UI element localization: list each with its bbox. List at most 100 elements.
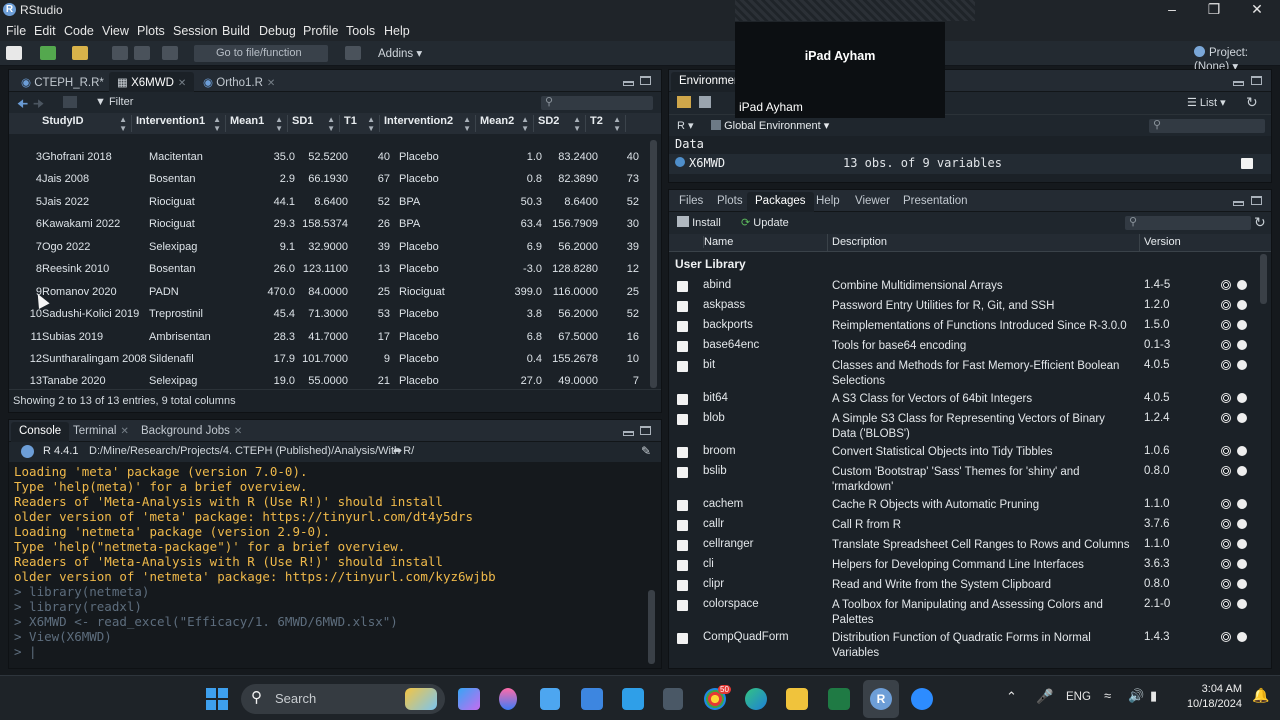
refresh-icon[interactable]: ↻ xyxy=(1246,94,1258,111)
install-button[interactable]: Install xyxy=(677,216,721,229)
package-load-checkbox[interactable] xyxy=(677,414,688,425)
package-remove-icon[interactable] xyxy=(1237,393,1247,403)
package-remove-icon[interactable] xyxy=(1237,599,1247,609)
package-remove-icon[interactable] xyxy=(1237,559,1247,569)
menu-session[interactable]: Session xyxy=(173,24,217,38)
environment-search-input[interactable]: ⚲ xyxy=(1149,119,1265,133)
new-project-icon[interactable] xyxy=(40,46,56,60)
package-website-icon[interactable] xyxy=(1221,360,1231,370)
package-name-link[interactable]: askpass xyxy=(703,299,745,311)
package-name-link[interactable]: bit xyxy=(703,359,715,371)
column-header-sd1[interactable]: SD1 ▲ ▼ xyxy=(288,115,340,133)
close-tab-icon[interactable]: ✕ xyxy=(267,78,275,89)
package-name-link[interactable]: callr xyxy=(703,518,724,530)
package-remove-icon[interactable] xyxy=(1237,300,1247,310)
load-workspace-icon[interactable] xyxy=(677,96,691,108)
package-website-icon[interactable] xyxy=(1221,559,1231,569)
package-load-checkbox[interactable] xyxy=(677,301,688,312)
language-dropdown[interactable]: R ▾ xyxy=(677,119,694,132)
new-file-icon[interactable] xyxy=(6,46,22,60)
tab-plots[interactable]: Plots xyxy=(709,192,751,212)
header-name[interactable]: Name xyxy=(703,236,733,248)
package-website-icon[interactable] xyxy=(1221,413,1231,423)
column-header-intervention1[interactable]: Intervention1 ▲ ▼ xyxy=(132,115,226,133)
menu-edit[interactable]: Edit xyxy=(34,24,56,38)
maximize-pane-icon[interactable] xyxy=(640,76,651,85)
maximize-pane-icon[interactable] xyxy=(640,426,651,435)
package-remove-icon[interactable] xyxy=(1237,499,1247,509)
package-website-icon[interactable] xyxy=(1221,340,1231,350)
packages-scrollbar[interactable] xyxy=(1260,254,1267,304)
refresh-icon[interactable]: ↻ xyxy=(1254,214,1266,231)
package-remove-icon[interactable] xyxy=(1237,519,1247,529)
package-name-link[interactable]: blob xyxy=(703,412,725,424)
table-scrollbar[interactable] xyxy=(650,140,657,388)
package-load-checkbox[interactable] xyxy=(677,361,688,372)
show-hidden-icons-icon[interactable]: ⌃ xyxy=(1006,689,1017,705)
battery-icon[interactable]: ▮ xyxy=(1150,688,1157,704)
package-load-checkbox[interactable] xyxy=(677,600,688,611)
tab-console[interactable]: Console xyxy=(11,422,70,442)
tab-x6mwd[interactable]: ▦ X6MWD ✕ xyxy=(109,72,195,92)
package-name-link[interactable]: backports xyxy=(703,319,753,331)
package-website-icon[interactable] xyxy=(1221,393,1231,403)
open-file-icon[interactable] xyxy=(72,46,88,60)
console-scrollbar[interactable] xyxy=(648,590,655,664)
menu-help[interactable]: Help xyxy=(384,24,410,38)
maximize-pane-icon[interactable] xyxy=(1251,196,1262,205)
save-workspace-icon[interactable] xyxy=(699,96,711,108)
package-website-icon[interactable] xyxy=(1221,599,1231,609)
paint-app-icon[interactable] xyxy=(499,688,517,710)
copilot-icon[interactable] xyxy=(458,688,480,710)
package-website-icon[interactable] xyxy=(1221,579,1231,589)
package-name-link[interactable]: cachem xyxy=(703,498,743,510)
package-load-checkbox[interactable] xyxy=(677,447,688,458)
column-header-t1[interactable]: T1 ▲ ▼ xyxy=(340,115,380,133)
start-icon[interactable] xyxy=(206,688,228,710)
go-to-file-input[interactable]: Go to file/function xyxy=(194,45,328,62)
menu-file[interactable]: File xyxy=(6,24,26,38)
minimize-icon[interactable]: – xyxy=(1157,1,1187,17)
update-button[interactable]: ⟳ Update xyxy=(741,216,789,229)
tab-help[interactable]: Help xyxy=(808,192,848,212)
column-header-sd2[interactable]: SD2 ▲ ▼ xyxy=(534,115,586,133)
expand-icon[interactable] xyxy=(675,157,685,167)
goto-directory-icon[interactable]: ➦ xyxy=(393,444,402,457)
package-website-icon[interactable] xyxy=(1221,519,1231,529)
package-name-link[interactable]: colorspace xyxy=(703,598,759,610)
package-remove-icon[interactable] xyxy=(1237,539,1247,549)
tab-viewer[interactable]: Viewer xyxy=(847,192,898,212)
package-remove-icon[interactable] xyxy=(1237,340,1247,350)
maximize-icon[interactable]: ❐ xyxy=(1199,1,1229,18)
minimize-pane-icon[interactable] xyxy=(1233,81,1244,86)
environment-item-x6mwd[interactable]: X6MWD 13 obs. of 9 variables xyxy=(669,154,1271,174)
save-all-icon[interactable] xyxy=(134,46,150,60)
menu-code[interactable]: Code xyxy=(64,24,94,38)
view-table-icon[interactable] xyxy=(1241,158,1253,169)
mail-icon[interactable] xyxy=(581,688,603,710)
tab-presentation[interactable]: Presentation xyxy=(895,192,976,212)
package-remove-icon[interactable] xyxy=(1237,632,1247,642)
package-name-link[interactable]: CompQuadForm xyxy=(703,631,789,643)
package-name-link[interactable]: cli xyxy=(703,558,714,570)
package-load-checkbox[interactable] xyxy=(677,321,688,332)
edge-icon[interactable] xyxy=(745,688,767,710)
tab-cteph-script[interactable]: ◉ CTEPH_R.R*✕ xyxy=(13,72,124,92)
package-name-link[interactable]: bit64 xyxy=(703,392,728,404)
data-search-input[interactable]: ⚲ xyxy=(541,96,653,110)
tab-packages[interactable]: Packages xyxy=(747,192,814,212)
column-header-mean1[interactable]: Mean1 ▲ ▼ xyxy=(226,115,288,133)
package-name-link[interactable]: broom xyxy=(703,445,736,457)
view-mode-dropdown[interactable]: ☰ List ▾ xyxy=(1187,96,1226,109)
grid-icon[interactable] xyxy=(345,46,361,60)
minimize-pane-icon[interactable] xyxy=(623,81,634,86)
package-name-link[interactable]: cellranger xyxy=(703,538,754,550)
clock-time[interactable]: 3:04 AM xyxy=(1182,683,1242,695)
package-name-link[interactable]: abind xyxy=(703,279,731,291)
package-website-icon[interactable] xyxy=(1221,300,1231,310)
menu-tools[interactable]: Tools xyxy=(346,24,375,38)
header-description[interactable]: Description xyxy=(827,234,887,252)
package-website-icon[interactable] xyxy=(1221,632,1231,642)
microphone-icon[interactable]: 🎤 xyxy=(1036,688,1053,705)
package-name-link[interactable]: bslib xyxy=(703,465,727,477)
